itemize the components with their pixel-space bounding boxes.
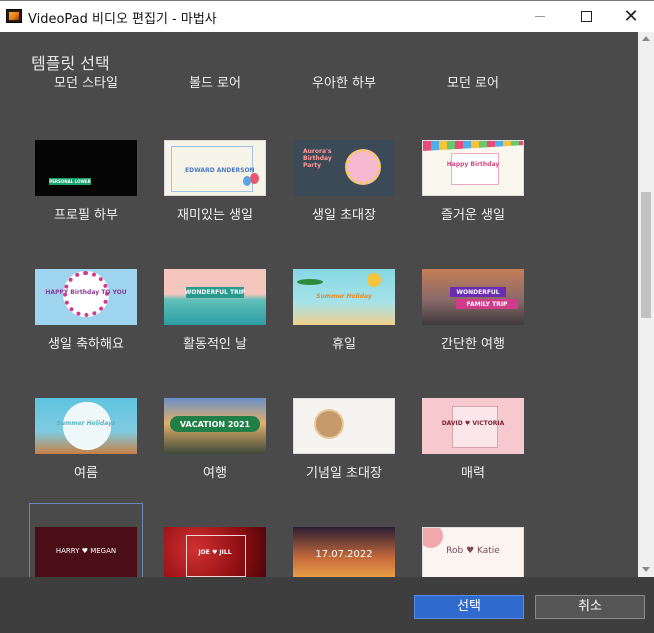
- thumbnail-text: HARRY ♥ MEGAN: [55, 547, 117, 555]
- template-thumbnail: JOE ♥ JILL: [164, 527, 266, 577]
- template-thumbnail: 17.07.2022: [293, 527, 395, 577]
- template-label: 휴일: [332, 337, 356, 352]
- maximize-button[interactable]: [563, 1, 609, 32]
- template-label: 프로필 하부: [54, 208, 118, 223]
- thumbnail-text: EDWARD ANDERSON: [185, 167, 255, 174]
- minimize-button[interactable]: [517, 1, 563, 32]
- template-label: 생일 초대장: [312, 208, 376, 223]
- template-label: 재미있는 생일: [177, 208, 253, 223]
- thumbnail-text: DAVID ♥ VICTORIA: [441, 420, 505, 427]
- thumbnail-text: PERSONAL LOWER: [49, 179, 91, 184]
- template-thumbnail: PERSONAL LOWER: [35, 140, 137, 196]
- template-thumbnail: HARRY ♥ MEGAN: [35, 527, 137, 577]
- template-thumbnail: Happy Birthday: [422, 140, 524, 196]
- template-label: 간단한 여행: [441, 337, 505, 352]
- template-thumbnail: Summer Holidays: [35, 398, 137, 454]
- template-label: 여름: [74, 466, 98, 481]
- template-thumbnail: [293, 398, 395, 454]
- title-bar: VideoPad 비디오 편집기 - 마법사 ✕: [0, 0, 654, 32]
- template-label: 기념일 초대장: [306, 466, 382, 481]
- template-thumbnail: EDWARD ANDERSON: [164, 140, 266, 196]
- thumbnail-text: Aurora's Birthday Party: [303, 148, 332, 169]
- thumbnail-text: WONDERFUL TRIP: [184, 289, 246, 296]
- minimize-icon: [535, 16, 545, 17]
- template-label: 볼드 로어: [189, 76, 241, 91]
- window-title: VideoPad 비디오 편집기 - 마법사: [28, 12, 217, 27]
- template-label: 우아한 하부: [312, 76, 376, 91]
- template-thumbnail: DAVID ♥ VICTORIA: [422, 398, 524, 454]
- template-grid: 모던 스타일 볼드 로어 우아한 하부 모던 로어 PERSONAL LOWER…: [0, 32, 638, 577]
- template-label: 생일 축하해요: [48, 337, 124, 352]
- vertical-scrollbar[interactable]: [638, 32, 654, 577]
- template-thumbnail: WONDERFUL FAMILY TRIP: [422, 269, 524, 325]
- template-thumbnail: WONDERFUL TRIP: [164, 269, 266, 325]
- cancel-button[interactable]: 취소: [535, 595, 645, 619]
- videopad-app-icon: [6, 9, 22, 23]
- close-button[interactable]: ✕: [608, 1, 654, 32]
- thumbnail-text: Happy Birthday: [446, 161, 500, 168]
- thumbnail-text: HAPPY Birthday TO YOU: [45, 289, 127, 296]
- template-thumbnail: Summer Holiday: [293, 269, 395, 325]
- template-thumbnail: HAPPY Birthday TO YOU: [35, 269, 137, 325]
- thumbnail-text: 17.07.2022: [315, 549, 373, 560]
- thumbnail-text: VACATION 2021: [179, 420, 251, 429]
- template-label: 매력: [461, 466, 485, 481]
- thumbnail-text: Rob ♥ Katie: [446, 546, 500, 556]
- thumbnail-text: Summer Holidays: [56, 420, 116, 427]
- thumbnail-text: WONDERFUL: [456, 289, 500, 296]
- template-label: 여행: [203, 466, 227, 481]
- scroll-down-arrow-icon[interactable]: [642, 567, 650, 572]
- select-button[interactable]: 선택: [414, 595, 524, 619]
- template-label: 활동적인 날: [183, 337, 247, 352]
- template-label: 모던 스타일: [54, 76, 118, 91]
- dialog-footer: 선택 취소: [0, 577, 654, 633]
- thumbnail-text: JOE ♥ JILL: [198, 549, 232, 556]
- template-thumbnail: Aurora's Birthday Party: [293, 140, 395, 196]
- template-thumbnail: VACATION 2021: [164, 398, 266, 454]
- scroll-up-arrow-icon[interactable]: [642, 36, 650, 41]
- maximize-icon: [580, 11, 592, 22]
- thumbnail-text: Summer Holiday: [316, 293, 372, 300]
- thumbnail-text: FAMILY TRIP: [466, 301, 508, 308]
- close-icon: ✕: [623, 5, 639, 27]
- template-label: 모던 로어: [447, 76, 499, 91]
- template-thumbnail: Rob ♥ Katie: [422, 527, 524, 577]
- template-label: 즐거운 생일: [441, 208, 505, 223]
- scrollbar-thumb[interactable]: [641, 192, 651, 318]
